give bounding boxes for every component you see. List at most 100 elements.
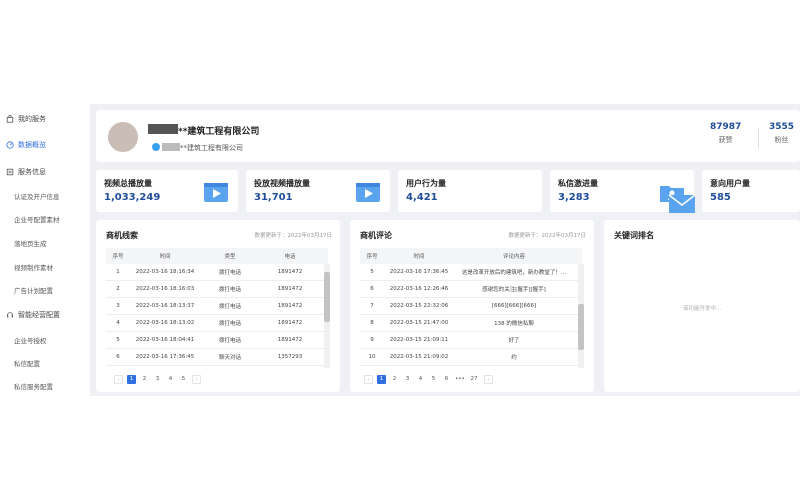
page-button[interactable]: 4: [166, 375, 175, 384]
page-button[interactable]: 5: [429, 375, 438, 384]
sidebar-subitem-enterprise-auth[interactable]: 企业号授权: [14, 335, 47, 345]
update-time: 数据更新于：2022年03月17日: [254, 233, 333, 239]
cell-index: 1: [116, 269, 120, 275]
comments-pagination: ‹ 1 2 3 4 5 6 ••• 27 ›: [364, 375, 497, 384]
cell-index: 5: [116, 337, 120, 343]
table-row[interactable]: 9 2022-03-15 21:09:11 好了: [360, 332, 582, 349]
redacted-name-block: [148, 124, 178, 134]
cell-type: 拨打电话: [218, 270, 241, 276]
video-icon: [356, 183, 380, 202]
sidebar-subitem-certification[interactable]: 认证及开户信息: [14, 191, 60, 201]
cell-index: 6: [116, 354, 120, 360]
metric-label: 视频总播放量: [104, 179, 152, 188]
page-button[interactable]: 3: [153, 375, 162, 384]
cell-time: 2022-03-15 21:47:00: [389, 320, 449, 326]
stat-value: 87987: [710, 122, 742, 132]
sidebar-subitem-video-materials[interactable]: 视频制作素材: [14, 262, 53, 272]
cell-index: 6: [370, 286, 374, 292]
page-button[interactable]: 1: [127, 375, 136, 384]
sidebar-subitem-enterprise-materials[interactable]: 企业号配置素材: [14, 214, 60, 224]
scrollbar-thumb[interactable]: [578, 304, 584, 350]
prev-page-button[interactable]: ‹: [114, 375, 123, 384]
table-header: 序号 时间 类型 电话: [106, 248, 328, 264]
keyword-ranking-panel: 关键词排名 该功能开发中...: [604, 220, 800, 392]
cell-comment: 约: [511, 355, 517, 361]
table-row[interactable]: 7 2022-03-15 22:32:06 [666][666][666]: [360, 298, 582, 315]
cell-comment: [666][666][666]: [491, 303, 537, 309]
leads-scrollbar[interactable]: [324, 264, 330, 368]
page-button[interactable]: 3: [403, 375, 412, 384]
col-header: 时间: [413, 254, 425, 260]
cell-comment: 这是改革开放后的建筑吧，新办教堂了！...: [461, 270, 567, 276]
metric-card-ad-video-plays: 投放视频播放量 31,701: [246, 170, 390, 212]
more-pages[interactable]: •••: [455, 375, 465, 384]
table-row[interactable]: 3 2022-03-16 18:13:37 拨打电话 1891472: [106, 298, 328, 315]
page-button[interactable]: 1: [377, 375, 386, 384]
table-row[interactable]: 5 2022-03-16 17:36:45 这是改革开放后的建筑吧，新办教堂了！…: [360, 264, 582, 281]
cell-phone: 1891472: [277, 286, 303, 292]
next-page-button[interactable]: ›: [192, 375, 201, 384]
table-row[interactable]: 2 2022-03-16 18:16:03 拨打电话 1891472: [106, 281, 328, 298]
sidebar-subitem-landing-page[interactable]: 落地页生成: [14, 238, 47, 248]
cell-comment: 感谢您的关注[握手][握手]: [482, 287, 546, 293]
stat-label: 粉丝: [774, 136, 789, 144]
sidebar-item-smart-operations[interactable]: 智能经营配置: [6, 310, 60, 320]
page-button[interactable]: 6: [442, 375, 451, 384]
table-row[interactable]: 10 2022-03-15 21:09:02 约: [360, 349, 582, 366]
table-row[interactable]: 8 2022-03-15 21:47:00 138 的微信私聊: [360, 315, 582, 332]
col-header: 序号: [366, 254, 378, 260]
sidebar-item-my-services[interactable]: 我的服务: [6, 114, 46, 124]
app: 我的服务 数据概览 服务信息 认证及开户信息 企业号配置素材 落地页生成 视频制…: [0, 0, 800, 500]
sidebar-subitem-dm-config[interactable]: 私信配置: [14, 358, 40, 368]
metric-card-intent-users: 意向用户量 585: [702, 170, 800, 212]
page-button[interactable]: 2: [140, 375, 149, 384]
table-header: 序号 时间 评论内容: [360, 248, 582, 264]
table-row[interactable]: 4 2022-03-16 18:13:02 拨打电话 1891472: [106, 315, 328, 332]
headset-icon: [7, 312, 13, 318]
page-button[interactable]: 2: [390, 375, 399, 384]
update-time: 数据更新于：2022年03月17日: [508, 233, 587, 239]
cell-comment: 好了: [508, 338, 520, 344]
cell-index: 8: [370, 320, 374, 326]
cell-type: 拨打电话: [218, 321, 241, 327]
sidebar-item-service-info[interactable]: 服务信息: [6, 167, 46, 177]
page-button[interactable]: 5: [179, 375, 188, 384]
cell-time: 2022-03-16 18:04:41: [135, 337, 195, 343]
leads-table: 序号 时间 类型 电话 1 2022-03-16 18:16:34 拨打电话 1…: [106, 248, 328, 366]
col-header: 序号: [112, 254, 124, 260]
sidebar-item-data-overview[interactable]: 数据概览: [6, 140, 46, 150]
metric-label: 意向用户量: [710, 179, 750, 188]
cell-time: 2022-03-16 18:13:02: [135, 320, 195, 326]
table-row[interactable]: 1 2022-03-16 18:16:34 拨打电话 1891472: [106, 264, 328, 281]
main-content: **建筑工程有限公司 **建筑工程有限公司 87987 获赞 3555 粉丝 视…: [90, 104, 800, 396]
cell-comment: 138 的微信私聊: [494, 321, 534, 327]
page-button[interactable]: 4: [416, 375, 425, 384]
cell-type: 拨打电话: [218, 287, 241, 293]
table-row[interactable]: 5 2022-03-16 18:04:41 拨打电话 1891472: [106, 332, 328, 349]
cell-time: 2022-03-16 17:36:45: [135, 354, 195, 360]
sidebar-subitem-ad-plan[interactable]: 广告计划配置: [14, 285, 53, 295]
sidebar-subitem-dm-service[interactable]: 私信服务配置: [14, 381, 53, 391]
stat-divider: [758, 128, 759, 148]
cell-time: 2022-03-16 12:26:46: [389, 286, 449, 292]
cell-phone: 1891472: [277, 269, 303, 275]
dashboard-icon: [6, 141, 14, 149]
sidebar-item-label: 服务信息: [18, 168, 46, 176]
page-button[interactable]: 27: [468, 375, 480, 384]
table-row[interactable]: 6 2022-03-16 12:26:46 感谢您的关注[握手][握手]: [360, 281, 582, 298]
cell-index: 4: [116, 320, 120, 326]
comments-scrollbar[interactable]: [578, 264, 584, 368]
prev-page-button[interactable]: ‹: [364, 375, 373, 384]
metric-card-total-video-plays: 视频总播放量 1,033,249: [96, 170, 238, 212]
metric-value: 1,033,249: [104, 192, 161, 203]
next-page-button[interactable]: ›: [484, 375, 493, 384]
table-row[interactable]: 6 2022-03-16 17:36:45 聊天对话 1357293: [106, 349, 328, 366]
cell-time: 2022-03-16 17:36:45: [389, 269, 449, 275]
metric-label: 投放视频播放量: [254, 179, 310, 188]
cell-time: 2022-03-16 18:16:03: [135, 286, 195, 292]
col-header: 时间: [159, 254, 171, 260]
sidebar-item-label: 我的服务: [18, 115, 46, 123]
stat-label: 获赞: [718, 136, 733, 144]
scrollbar-thumb[interactable]: [324, 272, 330, 322]
cell-index: 7: [370, 303, 374, 309]
